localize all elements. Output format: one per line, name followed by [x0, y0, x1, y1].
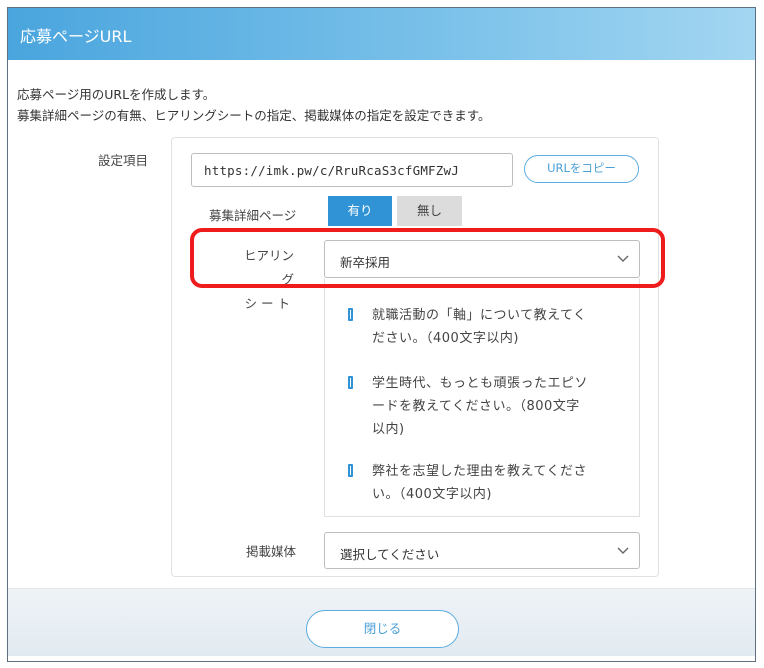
question-3-line-2: い。（400文字以内)	[372, 487, 492, 502]
detail-page-yes-toggle[interactable]: 有り	[328, 196, 392, 226]
media-label: 掲載媒体	[246, 544, 297, 559]
hearing-sheet-label-line-2: シート	[244, 296, 294, 311]
close-button[interactable]: 閉じる	[306, 610, 459, 648]
copy-url-button[interactable]: URLをコピー	[524, 155, 639, 183]
modal-title: 応募ページURL	[20, 27, 132, 46]
settings-section-label: 設定項目	[98, 153, 149, 168]
question-1-line-1: 就職活動の「軸」について教えてく	[372, 308, 587, 323]
intro-line-1: 応募ページ用のURLを作成します。	[17, 87, 216, 102]
question-icon	[348, 376, 353, 389]
question-icon	[348, 464, 353, 477]
intro-text: 応募ページ用のURLを作成します。 募集詳細ページの有無、ヒアリングシートの指定…	[17, 84, 491, 126]
question-2-line-2: ードを教えてください。（800文字	[372, 399, 580, 414]
question-text: 弊社を志望した理由を教えてくださ い。（400文字以内)	[372, 460, 634, 506]
chevron-down-icon	[617, 547, 629, 554]
application-url-field[interactable]: https://imk.pw/c/RruRcaS3cfGMFZwJ	[191, 153, 513, 187]
detail-page-no-toggle[interactable]: 無し	[397, 196, 462, 226]
detail-page-label: 募集詳細ページ	[209, 208, 297, 223]
media-select-value: 選択してください	[340, 547, 440, 562]
question-text: 学生時代、もっとも頑張ったエピソ ードを教えてください。（800文字 以内)	[372, 372, 634, 441]
question-text: 就職活動の「軸」について教えてく ださい。（400文字以内)	[372, 304, 634, 350]
media-select[interactable]: 選択してください	[324, 532, 640, 569]
question-1-line-2: ださい。（400文字以内)	[372, 331, 519, 346]
question-3-line-1: 弊社を志望した理由を教えてくださ	[372, 464, 587, 479]
intro-line-2: 募集詳細ページの有無、ヒアリングシートの指定、掲載媒体の指定を設定できます。	[17, 108, 491, 123]
question-2-line-3: 以内)	[372, 422, 405, 437]
modal-header: 応募ページURL	[8, 8, 755, 60]
hearing-sheet-highlight-frame	[190, 228, 665, 288]
question-icon	[348, 308, 353, 321]
question-2-line-1: 学生時代、もっとも頑張ったエピソ	[372, 376, 589, 391]
